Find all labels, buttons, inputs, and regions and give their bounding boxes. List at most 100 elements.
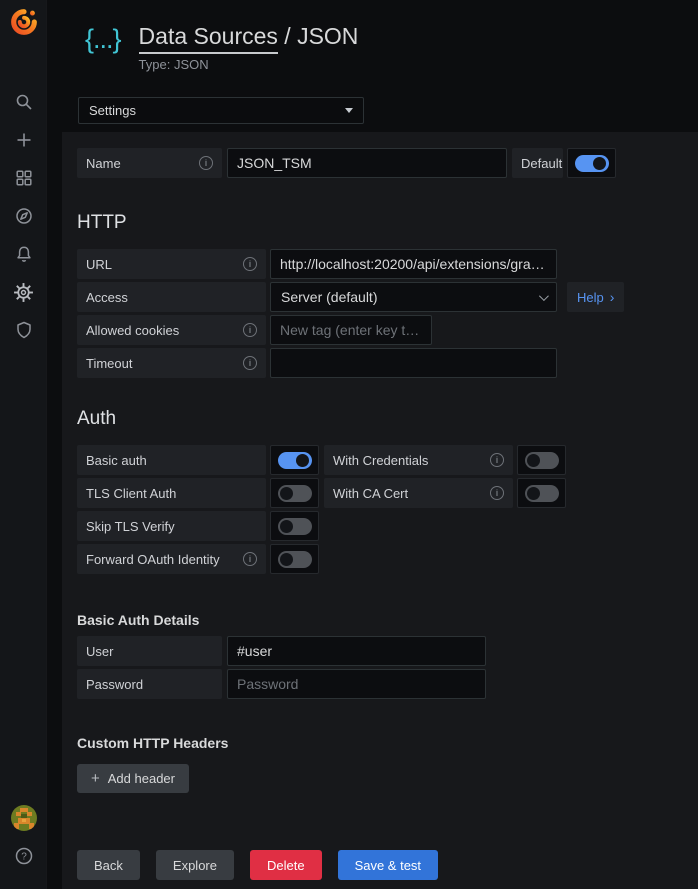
breadcrumb-datasources-link[interactable]: Data Sources [139, 23, 278, 54]
info-icon[interactable]: i [199, 156, 213, 170]
form-row-basic-auth: Basic auth With Credentials i [77, 445, 698, 475]
user-input[interactable] [227, 636, 486, 666]
save-and-test-button[interactable]: Save & test [338, 850, 438, 880]
datasource-braces-icon: {...} [85, 22, 121, 56]
basic-auth-toggle[interactable] [270, 445, 319, 475]
url-input[interactable] [270, 249, 557, 279]
with-credentials-label-text: With Credentials [333, 453, 428, 468]
explore-compass-icon[interactable] [0, 206, 47, 226]
admin-shield-icon[interactable] [0, 320, 47, 340]
http-section-heading: HTTP [77, 212, 698, 234]
name-input[interactable] [227, 148, 507, 178]
user-avatar[interactable] [0, 805, 47, 831]
basic-auth-details-heading: Basic Auth Details [77, 612, 698, 629]
info-icon[interactable]: i [243, 552, 257, 566]
form-row-access: Access Server (default) Help › [77, 282, 698, 312]
search-icon[interactable] [0, 92, 47, 112]
info-glyph: i [496, 455, 498, 465]
access-select[interactable]: Server (default) [270, 282, 557, 312]
toggle-knob [280, 553, 293, 566]
explore-button[interactable]: Explore [156, 850, 234, 880]
alerting-bell-icon[interactable] [0, 244, 47, 264]
info-glyph: i [249, 358, 251, 368]
tls-client-auth-toggle[interactable] [270, 478, 319, 508]
with-ca-cert-toggle[interactable] [517, 478, 566, 508]
url-label: URL i [77, 249, 266, 279]
toggle-knob [527, 487, 540, 500]
breadcrumb-current: JSON [297, 23, 358, 49]
chevron-right-icon: › [610, 290, 615, 304]
info-glyph: i [496, 488, 498, 498]
chevron-down-icon [539, 291, 549, 301]
caret-down-icon [345, 108, 353, 113]
form-row-skip-tls-verify: Skip TLS Verify [77, 511, 698, 541]
info-glyph: i [249, 554, 251, 564]
toggle-knob [280, 487, 293, 500]
form-row-timeout: Timeout i [77, 348, 698, 378]
page-subtitle: Type: JSON [139, 57, 359, 72]
allowed-cookies-input[interactable] [270, 315, 432, 345]
plus-icon[interactable] [0, 130, 47, 150]
skip-tls-verify-toggle[interactable] [270, 511, 319, 541]
settings-select[interactable]: Settings [78, 97, 364, 124]
password-input[interactable] [227, 669, 486, 699]
basic-auth-toggle-pill [278, 452, 312, 469]
forward-oauth-toggle-pill [278, 551, 312, 568]
info-icon[interactable]: i [243, 323, 257, 337]
default-toggle-pill [575, 155, 609, 172]
form-row-url: URL i [77, 249, 698, 279]
skip-tls-verify-toggle-pill [278, 518, 312, 535]
skip-tls-verify-label-text: Skip TLS Verify [86, 519, 175, 534]
timeout-label: Timeout i [77, 348, 266, 378]
toggle-knob [280, 520, 293, 533]
forward-oauth-label: Forward OAuth Identity i [77, 544, 266, 574]
configuration-gear-icon[interactable] [0, 282, 47, 303]
info-glyph: i [249, 325, 251, 335]
dashboards-icon[interactable] [0, 168, 47, 188]
tls-client-auth-label-text: TLS Client Auth [86, 486, 176, 501]
delete-button[interactable]: Delete [250, 850, 322, 880]
with-ca-cert-toggle-pill [525, 485, 559, 502]
custom-http-headers-heading: Custom HTTP Headers [77, 735, 698, 752]
settings-select-value: Settings [89, 103, 136, 118]
info-icon[interactable]: i [490, 486, 504, 500]
name-label-text: Name [86, 156, 121, 171]
info-glyph: i [249, 259, 251, 269]
help-label-text: Help [577, 290, 604, 305]
back-button[interactable]: Back [77, 850, 140, 880]
with-credentials-toggle-pill [525, 452, 559, 469]
form-row-cookies: Allowed cookies i [77, 315, 698, 345]
form-row-name: Name i Default [77, 148, 698, 178]
access-help-link[interactable]: Help › [567, 282, 624, 312]
access-label: Access [77, 282, 266, 312]
help-icon[interactable]: ? [0, 846, 47, 866]
form-row-user: User [77, 636, 698, 666]
form-row-tls-client-auth: TLS Client Auth With CA Cert i [77, 478, 698, 508]
default-label: Default [512, 148, 563, 178]
add-header-button-label: Add header [108, 771, 175, 786]
plus-icon: + [91, 770, 100, 787]
form-row-forward-oauth: Forward OAuth Identity i [77, 544, 698, 574]
info-icon[interactable]: i [243, 257, 257, 271]
skip-tls-verify-label: Skip TLS Verify [77, 511, 266, 541]
password-label: Password [77, 669, 222, 699]
with-ca-cert-label-text: With CA Cert [333, 486, 408, 501]
default-toggle[interactable] [567, 148, 616, 178]
timeout-input[interactable] [270, 348, 557, 378]
forward-oauth-toggle[interactable] [270, 544, 319, 574]
settings-panel: Name i Default HTTP URL i Access Server … [62, 132, 698, 889]
action-buttons: Back Explore Delete Save & test [77, 850, 698, 880]
forward-oauth-label-text: Forward OAuth Identity [86, 552, 220, 567]
form-cell-with-credentials: With Credentials i [324, 445, 566, 475]
grafana-logo-icon[interactable] [0, 7, 47, 37]
breadcrumb-separator: / [278, 23, 297, 49]
info-icon[interactable]: i [490, 453, 504, 467]
add-header-button[interactable]: + Add header [77, 764, 189, 793]
form-row-password: Password [77, 669, 698, 699]
page-title: Data Sources / JSON [139, 22, 359, 50]
page-header: {...} Data Sources / JSON Type: JSON [85, 22, 358, 72]
tls-client-auth-label: TLS Client Auth [77, 478, 266, 508]
timeout-label-text: Timeout [86, 356, 132, 371]
info-icon[interactable]: i [243, 356, 257, 370]
with-credentials-toggle[interactable] [517, 445, 566, 475]
